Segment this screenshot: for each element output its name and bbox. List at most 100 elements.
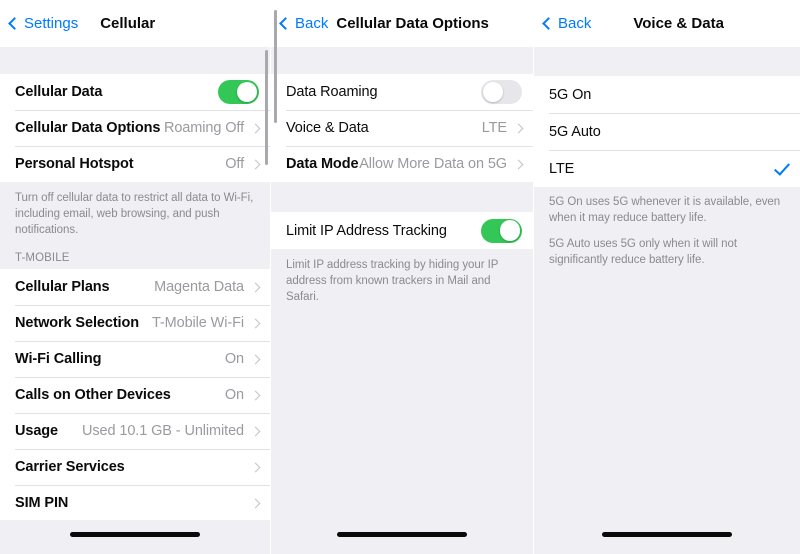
chevron-right-icon: [250, 123, 261, 133]
toggle-knob: [236, 81, 258, 103]
chevron-right-icon: [513, 159, 524, 169]
panel-cellular: Settings Cellular Cellular Data Cellular…: [0, 0, 270, 554]
group-carrier: Cellular Plans Magenta Data Network Sele…: [0, 269, 270, 521]
row-label: Personal Hotspot: [15, 156, 134, 172]
group-privacy: Limit IP Address Tracking: [271, 212, 533, 249]
home-indicator: [337, 531, 467, 537]
row-cellular-data[interactable]: Cellular Data: [0, 74, 270, 110]
back-button-label: Back: [295, 15, 329, 32]
option-lte[interactable]: LTE: [534, 150, 800, 187]
group-cellular-primary: Cellular Data Cellular Data Options Roam…: [0, 74, 270, 182]
row-label: Limit IP Address Tracking: [286, 222, 447, 239]
three-panel-screenshot: Settings Cellular Cellular Data Cellular…: [0, 0, 800, 554]
row-cellular-data-options[interactable]: Cellular Data Options Roaming Off: [0, 110, 270, 146]
back-button-settings[interactable]: Settings: [8, 15, 79, 32]
row-carrier-services[interactable]: Carrier Services: [0, 449, 270, 485]
home-indicator-area: [0, 520, 270, 554]
row-value: Roaming Off: [163, 120, 244, 136]
nav-spacer: [271, 47, 533, 74]
back-button-label: Back: [558, 15, 592, 32]
row-value: LTE: [481, 120, 507, 136]
row-voice-and-data[interactable]: Voice & Data LTE: [271, 110, 533, 146]
section-header-carrier: T-MOBILE: [0, 242, 270, 269]
option-5g-auto[interactable]: 5G Auto: [534, 113, 800, 150]
row-data-roaming[interactable]: Data Roaming: [271, 74, 533, 110]
limit-ip-tracking-toggle[interactable]: [481, 218, 522, 243]
chevron-right-icon: [250, 159, 261, 169]
chevron-right-icon: [250, 282, 261, 292]
toggle-knob: [482, 81, 504, 103]
chevron-right-icon: [250, 498, 261, 508]
back-button[interactable]: Back: [542, 15, 592, 32]
chevron-left-icon: [279, 17, 292, 30]
row-wifi-calling[interactable]: Wi-Fi Calling On: [0, 341, 270, 377]
chevron-right-icon: [250, 426, 261, 436]
home-indicator: [602, 531, 732, 537]
row-usage[interactable]: Usage Used 10.1 GB - Unlimited: [0, 413, 270, 449]
home-indicator: [70, 531, 200, 537]
chevron-left-icon: [542, 17, 555, 30]
row-label: Data Roaming: [286, 84, 378, 100]
checkmark-icon: [774, 161, 789, 176]
row-label: Network Selection: [15, 315, 139, 331]
row-value: On: [224, 351, 244, 367]
chevron-right-icon: [250, 462, 261, 472]
nav-bar-cellular-data-options: Back Cellular Data Options: [271, 0, 533, 47]
back-button-label: Settings: [24, 15, 79, 32]
row-value: Magenta Data: [154, 279, 244, 295]
home-indicator-area: [271, 520, 533, 554]
option-label: LTE: [549, 160, 575, 177]
chevron-right-icon: [513, 123, 524, 133]
back-button[interactable]: Back: [279, 15, 329, 32]
row-label: Usage: [15, 423, 59, 439]
row-label: Carrier Services: [15, 459, 125, 475]
panel-cellular-data-options: Back Cellular Data Options Data Roaming …: [270, 0, 533, 554]
nav-spacer: [534, 47, 800, 76]
chevron-left-icon: [8, 17, 21, 30]
row-label: Voice & Data: [286, 120, 369, 136]
footer-5g-on-description: 5G On uses 5G whenever it is available, …: [534, 187, 800, 226]
row-label: Cellular Data: [15, 84, 103, 100]
row-network-selection[interactable]: Network Selection T-Mobile Wi-Fi: [0, 305, 270, 341]
group-spacer: [271, 182, 533, 212]
nav-bar-cellular: Settings Cellular: [0, 0, 270, 47]
row-data-mode[interactable]: Data Mode Allow More Data on 5G: [271, 146, 533, 182]
group-network-mode-options: 5G On 5G Auto LTE: [534, 76, 800, 187]
toggle-knob: [499, 220, 521, 241]
vertical-scrollbar[interactable]: [265, 50, 268, 165]
row-value: Allow More Data on 5G: [359, 156, 507, 172]
footer-cellular-data: Turn off cellular data to restrict all d…: [0, 182, 270, 242]
nav-spacer: [0, 47, 270, 74]
nav-bar-voice-and-data: Back Voice & Data: [534, 0, 800, 47]
chevron-right-icon: [250, 390, 261, 400]
vertical-scrollbar[interactable]: [274, 10, 277, 123]
row-personal-hotspot[interactable]: Personal Hotspot Off: [0, 146, 270, 182]
panel-voice-and-data: Back Voice & Data 5G On 5G Auto LTE 5G O…: [533, 0, 800, 554]
row-label: Wi-Fi Calling: [15, 351, 102, 367]
content-cellular-data-options: Data Roaming Voice & Data LTE Data Mode …: [271, 74, 533, 309]
content-cellular: Cellular Data Cellular Data Options Roam…: [0, 74, 270, 521]
row-label: Data Mode: [286, 156, 359, 172]
chevron-right-icon: [250, 318, 261, 328]
footer-5g-auto-description: 5G Auto uses 5G only when it will not si…: [534, 226, 800, 268]
row-value: T-Mobile Wi-Fi: [151, 315, 244, 331]
row-calls-on-other-devices[interactable]: Calls on Other Devices On: [0, 377, 270, 413]
group-data-options: Data Roaming Voice & Data LTE Data Mode …: [271, 74, 533, 182]
option-label: 5G On: [549, 86, 592, 103]
row-value: Used 10.1 GB - Unlimited: [82, 423, 244, 439]
row-cellular-plans[interactable]: Cellular Plans Magenta Data: [0, 269, 270, 305]
row-label: Cellular Data Options: [15, 120, 161, 136]
home-indicator-area: [534, 520, 800, 554]
cellular-data-toggle[interactable]: [218, 80, 259, 104]
page-title: Cellular: [100, 15, 156, 32]
option-5g-on[interactable]: 5G On: [534, 76, 800, 113]
row-sim-pin[interactable]: SIM PIN: [0, 485, 270, 521]
row-label: Cellular Plans: [15, 279, 110, 295]
page-title: Voice & Data: [633, 15, 724, 32]
data-roaming-toggle[interactable]: [481, 80, 522, 104]
page-title: Cellular Data Options: [336, 15, 489, 32]
content-voice-and-data: 5G On 5G Auto LTE 5G On uses 5G whenever…: [534, 76, 800, 268]
row-limit-ip-address-tracking[interactable]: Limit IP Address Tracking: [271, 212, 533, 249]
chevron-right-icon: [250, 354, 261, 364]
row-label: Calls on Other Devices: [15, 387, 171, 403]
